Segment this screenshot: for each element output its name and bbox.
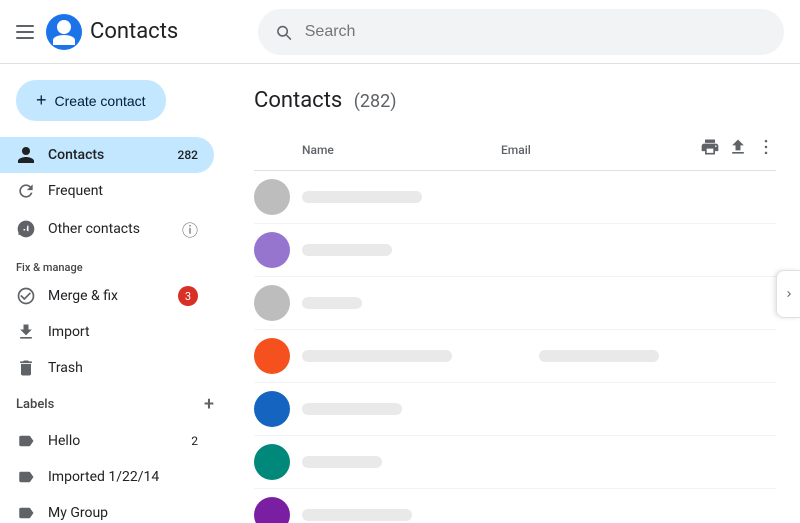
contact-row[interactable]	[254, 330, 776, 383]
info-icon: ⓘ	[182, 217, 198, 241]
sidebar-toggle[interactable]	[776, 270, 800, 318]
contact-name	[302, 456, 539, 468]
contact-name	[302, 244, 539, 256]
app-logo: Contacts	[46, 14, 178, 50]
contact-name	[302, 297, 539, 309]
sidebar-item-contacts[interactable]: Contacts 282	[0, 137, 214, 173]
sidebar-item-hello[interactable]: Hello 2	[0, 423, 214, 459]
col-actions-header	[700, 137, 776, 162]
col-name-header: Name	[254, 143, 501, 157]
create-contact-button[interactable]: + Create contact	[16, 80, 166, 121]
sidebar-item-mygroup[interactable]: My Group	[0, 495, 214, 523]
contact-row[interactable]	[254, 277, 776, 330]
content-area: Contacts (282) Name Email	[230, 64, 800, 523]
merge-icon	[16, 286, 36, 306]
plus-icon: +	[36, 90, 47, 111]
labels-title: Labels	[16, 397, 54, 412]
contacts-list: Contacts (282) Name Email	[230, 64, 800, 523]
label-icon-mygroup	[16, 503, 36, 523]
more-icon[interactable]	[756, 137, 776, 162]
trash-icon	[16, 358, 36, 378]
topbar: Contacts	[0, 0, 800, 64]
logo-icon	[46, 14, 82, 50]
label-mygroup-text: My Group	[48, 505, 108, 521]
avatar	[254, 285, 290, 321]
import-icon	[16, 322, 36, 342]
avatar	[254, 391, 290, 427]
col-email-header: Email	[501, 143, 700, 157]
merge-badge: 3	[178, 286, 198, 306]
label-hello-text: Hello	[48, 433, 80, 449]
sidebar-item-merge-label: Merge & fix	[48, 288, 118, 304]
contact-name	[302, 191, 539, 203]
add-label-icon[interactable]: +	[204, 394, 214, 415]
contact-name	[302, 403, 539, 415]
label-hello-count: 2	[191, 434, 198, 448]
search-input[interactable]	[305, 23, 768, 41]
labels-section-header: Labels +	[0, 386, 230, 423]
contact-row[interactable]	[254, 171, 776, 224]
export-icon[interactable]	[728, 137, 748, 162]
label-imported-text: Imported 1/22/14	[48, 469, 159, 485]
avatar	[254, 179, 290, 215]
fix-manage-label: Fix & manage	[0, 249, 230, 278]
contact-row[interactable]	[254, 383, 776, 436]
sidebar-item-other-label: Other contacts	[48, 221, 140, 237]
page-title: Contacts (282)	[254, 88, 776, 113]
avatar	[254, 444, 290, 480]
table-header: Name Email	[254, 129, 776, 171]
sidebar-item-frequent-label: Frequent	[48, 183, 103, 199]
topbar-left: Contacts	[16, 14, 246, 50]
avatar	[254, 232, 290, 268]
sidebar: + Create contact Contacts 282 Frequent	[0, 64, 230, 523]
avatar	[254, 497, 290, 523]
refresh-icon	[16, 181, 36, 201]
menu-icon[interactable]	[16, 25, 34, 39]
sidebar-item-trash-label: Trash	[48, 360, 83, 376]
contact-row[interactable]	[254, 489, 776, 523]
sidebar-item-frequent[interactable]: Frequent	[0, 173, 214, 209]
avatar	[254, 338, 290, 374]
contact-name	[302, 350, 539, 362]
label-icon-hello	[16, 431, 36, 451]
sidebar-item-imported[interactable]: Imported 1/22/14	[0, 459, 214, 495]
contact-email	[539, 350, 776, 362]
search-icon	[274, 22, 293, 42]
print-icon[interactable]	[700, 137, 720, 162]
search-bar	[258, 9, 784, 55]
contact-row[interactable]	[254, 224, 776, 277]
sidebar-item-other-contacts[interactable]: Other contacts ⓘ	[0, 209, 214, 249]
person-add-icon	[16, 219, 36, 239]
create-contact-label: Create contact	[55, 93, 146, 109]
contact-rows-container	[254, 171, 776, 523]
sidebar-item-import[interactable]: Import	[0, 314, 214, 350]
contact-name	[302, 509, 539, 521]
person-icon	[16, 145, 36, 165]
app-title: Contacts	[90, 19, 178, 44]
label-icon-imported	[16, 467, 36, 487]
contacts-badge: 282	[178, 148, 198, 162]
main-layout: + Create contact Contacts 282 Frequent	[0, 64, 800, 523]
sidebar-item-merge[interactable]: Merge & fix 3	[0, 278, 214, 314]
sidebar-item-contacts-label: Contacts	[48, 147, 104, 163]
sidebar-item-import-label: Import	[48, 324, 90, 340]
contact-row[interactable]	[254, 436, 776, 489]
sidebar-item-trash[interactable]: Trash	[0, 350, 214, 386]
